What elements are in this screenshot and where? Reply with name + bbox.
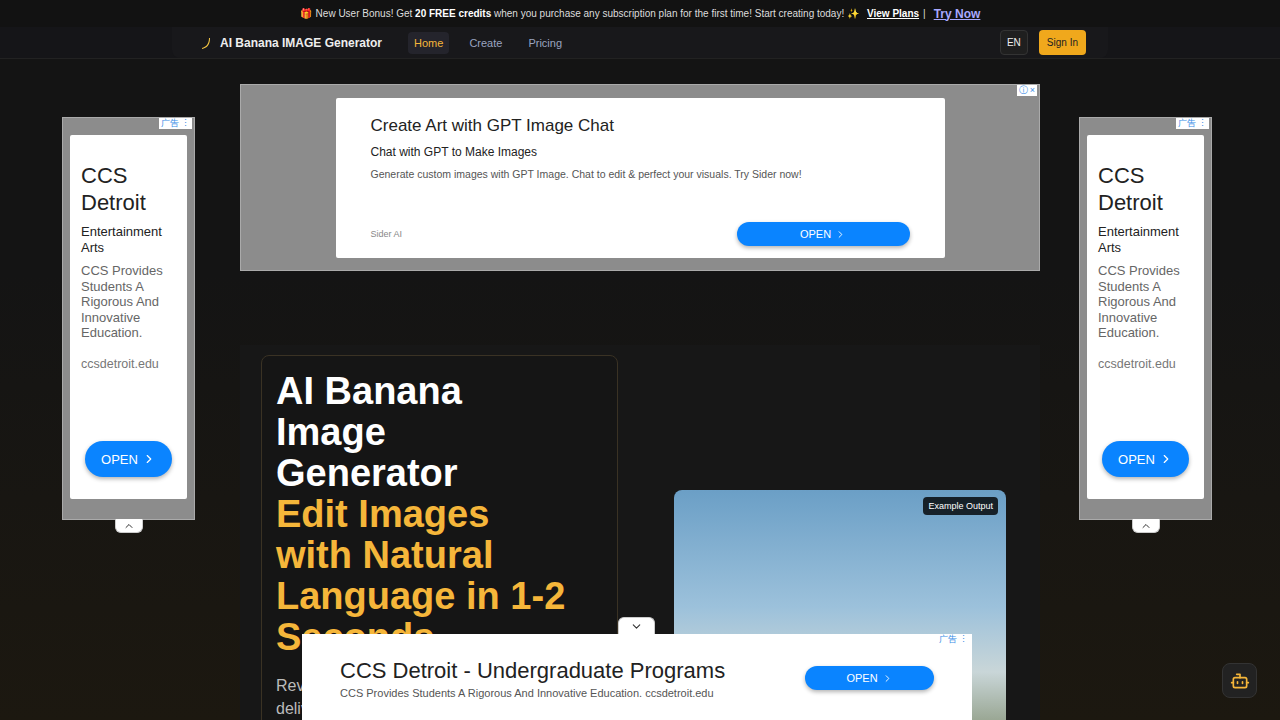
ad-body: CCS Provides Students A Rigorous And Inn… [340,687,805,699]
nav-item[interactable]: Pricing [522,32,568,54]
hero-title: AI Banana [276,371,603,412]
promo-banner: 🎁 New User Bonus! Get 20 FREE credits whe… [0,0,1280,27]
example-badge: Example Output [923,497,998,515]
banner-separator: | [923,8,926,19]
gift-icon: 🎁 [300,8,312,19]
collapse-tab[interactable] [115,519,143,533]
ad-badge[interactable]: 广告⋮ [937,634,970,645]
chevron-right-icon [882,673,893,684]
side-ad[interactable]: 广告⋮ CCS Detroit Entertainment Arts CCS Prov… [62,117,195,520]
ad-open-button[interactable]: OPEN [1102,441,1189,477]
nav-item[interactable]: Create [463,32,508,54]
ad-subtitle: Entertainment Arts [81,224,176,255]
ad-title: Create Art with GPT Image Chat [371,116,910,136]
top-ad[interactable]: ⓘ× Create Art with GPT Image Chat Chat wit… [240,84,1040,271]
chevron-up-icon [1140,520,1152,532]
ad-badge[interactable]: 广告⋮ [1176,118,1209,129]
side-ad[interactable]: 广告⋮ CCS Detroit Entertainment Arts CCS Prov… [1079,117,1212,520]
robot-icon [1230,671,1250,691]
ad-body: CCS Provides Students A Rigorous And Inn… [81,263,176,341]
sign-in-button[interactable]: Sign In [1039,30,1086,55]
hero-subtitle: Edit Images [276,494,603,535]
side-ad-card[interactable]: CCS Detroit Entertainment Arts CCS Provide… [1087,135,1204,499]
bottom-ad[interactable]: 广告⋮ CCS Detroit - Undergraduate Programs C… [302,634,972,720]
chevron-right-icon [142,452,156,466]
chevron-right-icon [835,229,846,240]
hero-subtitle: Language in 1-2 [276,576,603,617]
brand[interactable]: AI Banana IMAGE Generator [200,36,382,50]
ad-advertiser: Sider AI [371,229,403,239]
banner-text: New User Bonus! Get 20 FREE credits when… [316,8,859,19]
ad-title: CCS Detroit [81,162,176,216]
chevron-up-icon [123,520,135,532]
ad-title: CCS Detroit [1098,162,1193,216]
nav-inner: AI Banana IMAGE Generator Home Create Prici… [172,27,1108,58]
try-now-link[interactable]: Try Now [934,7,981,21]
collapse-tab[interactable] [618,617,655,634]
nav-bar: AI Banana IMAGE Generator Home Create Prici… [0,27,1280,59]
view-plans-link[interactable]: View Plans [867,8,919,19]
ad-body: Generate custom images with GPT Image. C… [371,168,910,180]
language-button[interactable]: EN [1000,30,1028,55]
page: 🎁 New User Bonus! Get 20 FREE credits whe… [0,0,1280,720]
assistant-button[interactable] [1222,663,1257,698]
ad-open-button[interactable]: OPEN [737,222,910,246]
ad-open-button[interactable]: OPEN [85,441,172,477]
chevron-down-icon [630,620,643,633]
ad-subtitle: Entertainment Arts [1098,224,1193,255]
nav-item[interactable]: Home [408,32,449,54]
hero-subtitle: with Natural [276,535,603,576]
ad-badge[interactable]: ⓘ× [1017,85,1037,96]
hero-title: Generator [276,453,603,494]
chevron-right-icon [1159,452,1173,466]
ad-badge[interactable]: 广告⋮ [159,118,192,129]
hero-title: Image [276,412,603,453]
ad-url: ccsdetroit.edu [81,357,176,371]
side-ad-card[interactable]: CCS Detroit Entertainment Arts CCS Provide… [70,135,187,499]
ad-title: CCS Detroit - Undergraduate Programs [340,658,805,684]
collapse-tab[interactable] [1132,519,1160,533]
ad-subtitle: Chat with GPT to Make Images [371,145,910,159]
ad-card[interactable]: Create Art with GPT Image Chat Chat with … [336,98,945,258]
banana-logo-icon [200,37,212,49]
ad-url: ccsdetroit.edu [1098,357,1193,371]
ad-open-button[interactable]: OPEN [805,666,934,690]
ad-body: CCS Provides Students A Rigorous And Inn… [1098,263,1193,341]
